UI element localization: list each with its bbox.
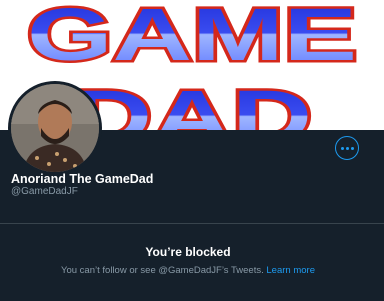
avatar-photo	[11, 84, 99, 172]
avatar[interactable]	[8, 81, 102, 175]
profile-name: Anoriand The GameDad	[11, 172, 154, 186]
blocked-message: You can’t follow or see @GameDadJF’s Twe…	[61, 265, 264, 276]
more-options-button[interactable]	[335, 136, 359, 160]
learn-more-link[interactable]: Learn more	[266, 265, 315, 276]
more-horizontal-icon	[340, 146, 344, 150]
banner-line2: DAD	[72, 75, 312, 130]
blocked-message-row: You can’t follow or see @GameDadJF’s Twe…	[0, 265, 376, 276]
blocked-title: You’re blocked	[145, 245, 231, 259]
divider	[0, 223, 384, 224]
banner-line1: GAME	[27, 0, 357, 76]
profile-handle: @GameDadJF	[11, 186, 78, 197]
